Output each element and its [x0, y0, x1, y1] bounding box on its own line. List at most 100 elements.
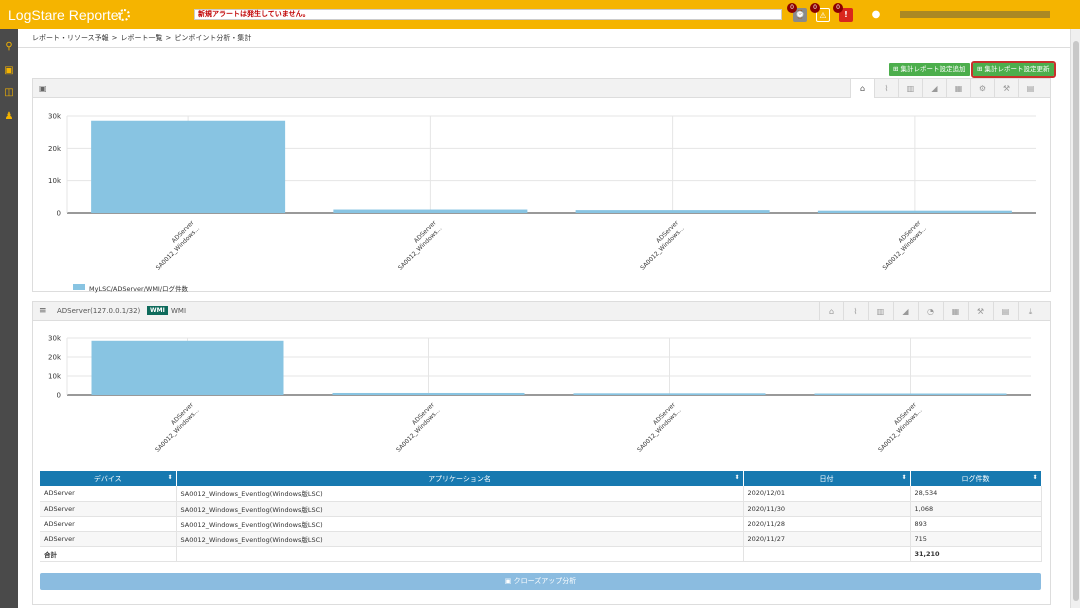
pie-chart-icon[interactable]: ◔	[918, 302, 942, 321]
column-header-application[interactable]: アプリケーション名 ⬍	[176, 471, 744, 486]
breadcrumb: レポート・リソース予報 > レポート一覧 > ピンポイント分析・集計	[32, 34, 252, 42]
x-tick-label: ADServerSA0012_Windows...	[636, 401, 683, 454]
bar-chart-1: 0 10k 20k 30k ADServerSA0012_Windows... ADSer…	[48, 113, 1036, 272]
bar[interactable]	[575, 210, 770, 213]
home-icon[interactable]: ⌂	[819, 302, 843, 321]
grid-icon[interactable]: ▦	[946, 79, 970, 98]
cell-total-count: 31,210	[910, 545, 1042, 562]
column-header-device[interactable]: デバイス ⬍	[40, 471, 177, 486]
cell-date: 2020/11/30	[743, 501, 911, 517]
update-report-setting-button[interactable]: ⊞ 集計レポート設定更新	[971, 61, 1056, 78]
divider	[18, 47, 1070, 48]
column-header-log-count[interactable]: ログ件数 ⬍	[910, 471, 1042, 486]
breadcrumb-item-report-list[interactable]: レポート一覧	[121, 34, 163, 42]
y-tick-label: 0	[57, 210, 61, 218]
cell-date: 2020/12/01	[743, 486, 911, 502]
error-badge: 0	[833, 3, 843, 13]
bar[interactable]	[91, 340, 284, 395]
user-menu[interactable]	[900, 11, 1050, 18]
home-icon[interactable]: ⌂	[850, 79, 874, 98]
x-tick-label: ADServerSA0012_Windows...	[881, 219, 928, 272]
data-table: デバイス ⬍ アプリケーション名 ⬍ 日付 ⬍ ログ件数 ⬍ ADServer SA00…	[40, 471, 1042, 562]
cell-device: ADServer	[40, 516, 177, 532]
cell-application: SA0012_Windows_Eventlog(Windows版LSC)	[176, 501, 744, 517]
document-icon[interactable]: ▤	[993, 302, 1017, 321]
sort-icon[interactable]: ⬍	[901, 474, 906, 481]
add-report-setting-button[interactable]: ⊞ 集計レポート設定追加	[889, 63, 970, 76]
bar[interactable]	[333, 209, 528, 213]
area-chart-icon[interactable]: ◢	[893, 302, 917, 321]
area-chart-icon[interactable]: ◢	[922, 79, 946, 98]
bar[interactable]	[817, 210, 1012, 213]
x-tick-label: ADServerSA0012_Windows...	[639, 219, 686, 272]
sort-icon[interactable]: ⬍	[734, 474, 739, 481]
x-tick-label: ADServerSA0012_Windows...	[155, 219, 202, 272]
cell-device: ADServer	[40, 531, 177, 547]
cell-date: 2020/11/28	[743, 516, 911, 532]
y-tick-label: 30k	[48, 335, 62, 343]
cell-application: SA0012_Windows_Eventlog(Windows版LSC)	[176, 531, 744, 547]
cell-date: 2020/11/27	[743, 531, 911, 547]
bar[interactable]	[814, 393, 1007, 396]
sort-icon[interactable]: ⬍	[1032, 474, 1037, 481]
wmi-tag: WMI	[147, 306, 168, 315]
bar-chart-icon[interactable]: ▥	[868, 302, 892, 321]
image-icon: ▣	[504, 577, 512, 585]
x-tick-label: ADServerSA0012_Windows...	[154, 401, 201, 454]
bar[interactable]	[91, 120, 286, 213]
scrollbar-thumb[interactable]	[1073, 41, 1079, 601]
bar-chart-icon[interactable]: ▥	[898, 79, 922, 98]
y-tick-label: 0	[57, 392, 61, 400]
table-row: ADServer SA0012_Windows_Eventlog(Windows…	[40, 486, 1042, 502]
wrench-icon[interactable]: ⚒	[994, 79, 1018, 98]
y-tick-label: 10k	[48, 177, 62, 185]
image-icon[interactable]: ▣	[3, 65, 15, 76]
sidebar: ⚲ ▣ ◫ ♟	[0, 29, 18, 608]
app-logo[interactable]: LogStare Reporter	[8, 7, 123, 23]
cell-total-label: 合計	[40, 545, 177, 562]
main-content: レポート・リソース予報 > レポート一覧 > ピンポイント分析・集計 ⊞ 集計レポート設…	[18, 29, 1070, 608]
cell-log-count: 893	[910, 516, 1042, 532]
users-icon[interactable]: ♟	[3, 111, 15, 122]
x-tick-label: ADServerSA0012_Windows...	[395, 401, 442, 454]
y-tick-label: 30k	[48, 113, 62, 121]
download-icon[interactable]: ⤓	[1018, 302, 1042, 321]
column-header-date[interactable]: 日付 ⬍	[743, 471, 911, 486]
grid-icon[interactable]: ▦	[943, 302, 967, 321]
cell-device: ADServer	[40, 486, 177, 502]
line-chart-icon[interactable]: ⌇	[874, 79, 898, 98]
cell-empty	[743, 545, 911, 562]
y-tick-label: 20k	[48, 145, 62, 153]
tag-icon[interactable]: ◫	[3, 87, 15, 98]
bar[interactable]	[573, 393, 766, 395]
wrench-icon[interactable]: ⚒	[968, 302, 992, 321]
chart-panel-header: ▣ ⌂ ⌇ ▥ ◢ ▦ ⚙ ⚒ ▤	[33, 79, 1050, 98]
search-icon[interactable]: ⚲	[3, 41, 15, 52]
x-tick-label: ADServerSA0012_Windows...	[877, 401, 924, 454]
menu-icon[interactable]: ≡	[39, 306, 47, 316]
line-chart-icon[interactable]: ⌇	[843, 302, 867, 321]
cell-empty	[176, 545, 744, 562]
closeup-analysis-button[interactable]: ▣ クローズアップ分析	[40, 573, 1041, 590]
x-tick-label: ADServerSA0012_Windows...	[397, 219, 444, 272]
cell-log-count: 715	[910, 531, 1042, 547]
cell-application: SA0012_Windows_Eventlog(Windows版LSC)	[176, 516, 744, 532]
y-tick-label: 10k	[48, 373, 62, 381]
vertical-scrollbar[interactable]	[1070, 29, 1080, 608]
y-tick-label: 20k	[48, 354, 62, 362]
chart-panel: ▣ ⌂ ⌇ ▥ ◢ ▦ ⚙ ⚒ ▤ 0 10k 20k 30k ADServer SA00…	[32, 78, 1051, 293]
alert-message-bar[interactable]: 新規アラートは発生していません。	[194, 9, 782, 20]
legend-label[interactable]: MyLSC/ADServer/WMI/ログ件数	[89, 283, 188, 293]
sort-icon[interactable]: ⬍	[167, 474, 172, 481]
bar-chart-2: 0 10k 20k 30k ADServerSA0012_Windows... ADSer…	[48, 335, 1031, 454]
settings-icon[interactable]: ⚙	[970, 79, 994, 98]
warning-badge: 0	[810, 3, 820, 13]
table-row: ADServer SA0012_Windows_Eventlog(Windows…	[40, 516, 1042, 532]
table-row: ADServer SA0012_Windows_Eventlog(Windows…	[40, 501, 1042, 517]
document-icon[interactable]: ▤	[1018, 79, 1042, 98]
help-icon[interactable]: ●	[869, 8, 883, 22]
cell-application: SA0012_Windows_Eventlog(Windows版LSC)	[176, 486, 744, 502]
bar[interactable]	[332, 392, 525, 395]
breadcrumb-item-reports[interactable]: レポート・リソース予報	[32, 34, 109, 42]
refresh-icon[interactable]	[118, 8, 130, 21]
